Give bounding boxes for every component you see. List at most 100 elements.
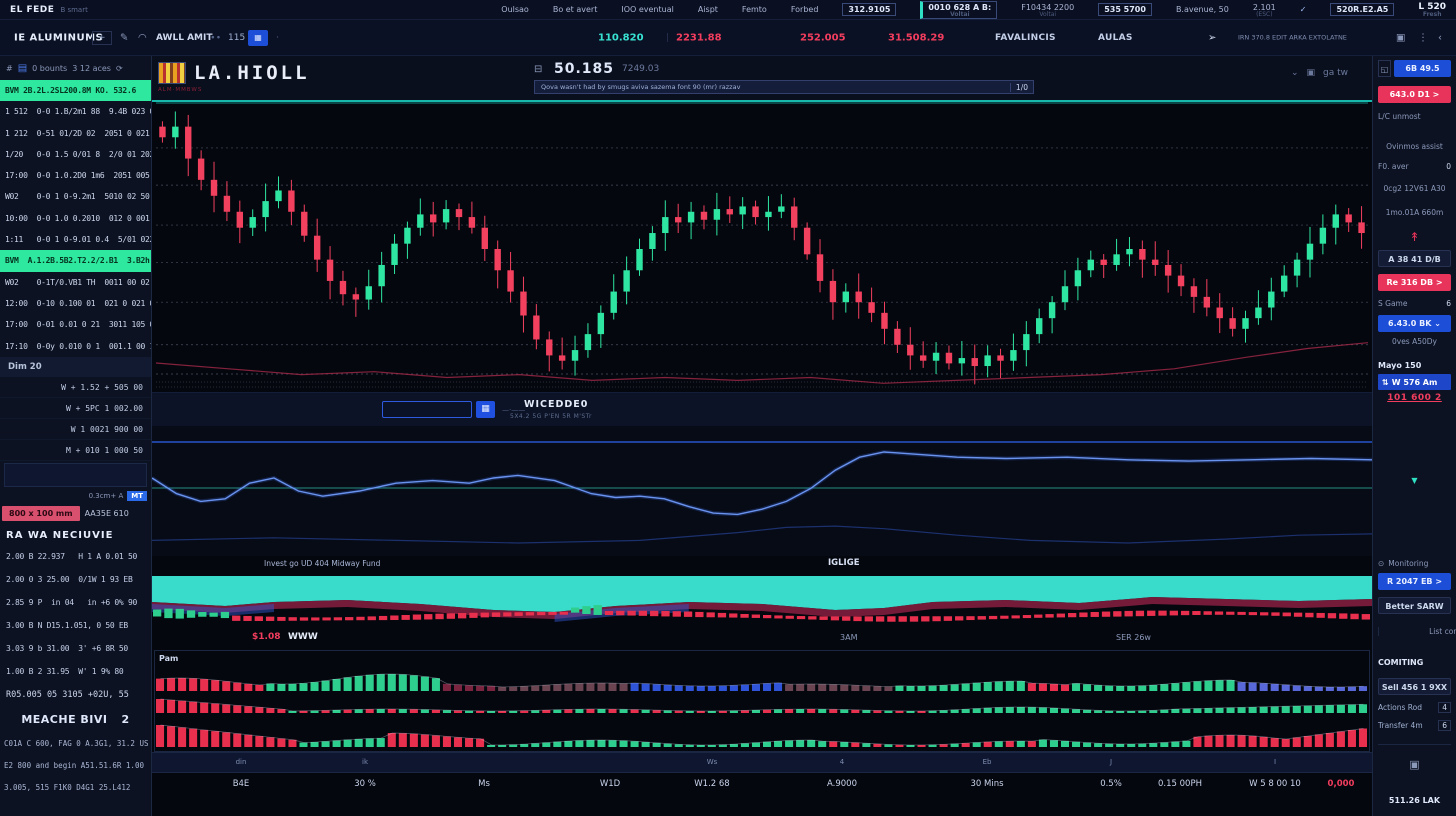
watchlist-row[interactable]: 1 212 0-51 01/2D 02 2051 0 021 001 xyxy=(0,123,151,144)
dim-row[interactable]: W + 1.52 + 505 00 xyxy=(0,377,151,398)
interval-value[interactable]: 115 xyxy=(228,33,245,43)
order-input-box[interactable] xyxy=(4,463,147,487)
watchlist-row[interactable]: 1/20 0-0 1.5 0/01 8 2/0 01 202 050 xyxy=(0,144,151,165)
add-symbol-button[interactable]: + xyxy=(92,31,112,45)
panel-icon[interactable]: ◱ xyxy=(1378,60,1391,77)
nav-item[interactable]: 520R.E2.A5 xyxy=(1330,3,1394,16)
nav-item[interactable]: 2.101(ESC) xyxy=(1253,3,1276,17)
footer-col-value[interactable]: Ms xyxy=(478,779,490,789)
window-icon[interactable]: ▣ xyxy=(1378,758,1451,771)
cursor-tool-icon[interactable]: ➢ xyxy=(1208,32,1216,43)
symbol-name[interactable]: IE ALUMINUMS xyxy=(14,32,103,43)
brand-logo: EL FEDE xyxy=(10,5,54,15)
footer-col-value[interactable]: 30 Mins xyxy=(970,779,1003,789)
watchlist-row[interactable]: 17:10 0-0y 0.010 0 1 001.1 00 10 xyxy=(0,336,151,357)
dim-row[interactable]: W + 5PC 1 002.00 xyxy=(0,398,151,419)
tool-select[interactable]: AWLL AMIT xyxy=(156,33,213,43)
sidebar-keyvalue-box[interactable]: Actions Rod4 xyxy=(1378,702,1451,713)
indicator-button[interactable]: ▦ xyxy=(248,30,268,46)
buy-button[interactable]: 6.43.0 BK ⌄ xyxy=(1378,315,1451,332)
chevron-down-icon[interactable]: ⌄ xyxy=(1291,68,1299,78)
sidebar-keyvalue-box[interactable]: Transfer 4m6 xyxy=(1378,720,1451,731)
footer-col-value[interactable]: W1D xyxy=(600,779,620,789)
refresh-icon[interactable]: ⟳ xyxy=(116,64,123,73)
monitoring-row[interactable]: ⊙Monitoring xyxy=(1378,559,1451,568)
dim-row[interactable]: M + 010 1 000 50 xyxy=(0,440,151,461)
action-button[interactable]: A 38 41 D/B xyxy=(1378,250,1451,267)
watchlist-row[interactable]: BVM 2B.2L.2SL200.8M KO. 532.6 xyxy=(0,80,151,101)
layout-icon[interactable]: ▣ xyxy=(1307,68,1316,78)
order-entry-input[interactable] xyxy=(382,401,472,418)
ribbon-panel[interactable] xyxy=(152,572,1372,628)
sell-button[interactable]: 643.0 D1 > xyxy=(1378,86,1451,103)
nav-item[interactable]: Bo et avert xyxy=(553,5,598,14)
footer-col-value[interactable]: 0.5% xyxy=(1100,779,1122,789)
draw-tool-icon[interactable]: ✎ xyxy=(120,32,128,43)
watchlist-row[interactable]: 17:00 0-01 0.01 0 21 3011 105 050 xyxy=(0,314,151,335)
footer-col-value[interactable]: A.9000 xyxy=(827,779,857,789)
watchlist-row[interactable]: 1:11 0-0 1 0-9.01 0.4 5/01 022 001 xyxy=(0,229,151,250)
scroll-marker-icon[interactable]: ▼ xyxy=(1378,476,1451,485)
folder-icon[interactable]: ▤ xyxy=(18,63,27,74)
nav-item[interactable]: 0010 628 A B:Voltai xyxy=(920,1,997,19)
position-row[interactable]: 2.85 9 P in 04 in +6 0% 90 xyxy=(0,591,151,614)
nav-item[interactable]: IOO eventual xyxy=(621,5,673,14)
footer-col-value[interactable]: W 5 8 00 10 xyxy=(1249,779,1301,789)
up-arrow-icon[interactable]: ↟ xyxy=(1378,230,1451,244)
menu-favalincis[interactable]: FAVALINCIS xyxy=(995,33,1056,43)
watchlist-row[interactable]: W02 0-0 1 0-9.2m1 5010 02 50 xyxy=(0,186,151,207)
nav-item[interactable]: 312.9105 xyxy=(842,3,896,16)
nav-item[interactable]: L 520Fresh xyxy=(1418,2,1446,17)
buy-button[interactable]: 6B 49.5 xyxy=(1394,60,1451,77)
watchlist-row[interactable]: 12:00 0-10 0.100 01 021 0 021 00 xyxy=(0,293,151,314)
position-row[interactable]: 1.00 B 2 31.95 W' 1 9% 80 xyxy=(0,660,151,683)
toolbar-dots: ∙∙ xyxy=(210,33,221,43)
action-button[interactable]: Sell 456 1 9XX xyxy=(1378,678,1451,695)
candlestick-chart[interactable] xyxy=(152,100,1372,392)
footnote-row: C01A C 600, FAG 0 A.3G1, 31.2 US xyxy=(0,733,151,755)
nav-item[interactable]: 535 5700 xyxy=(1098,3,1152,16)
hash-icon[interactable]: # xyxy=(6,64,13,73)
footer-col-value[interactable]: W1.2 68 xyxy=(694,779,729,789)
window-icon[interactable]: ▣ xyxy=(1396,32,1405,43)
position-row[interactable]: 3.00 B N D15.1.051, 0 50 EB xyxy=(0,614,151,637)
footer-col-value[interactable]: 0.15 00PH xyxy=(1158,779,1202,789)
position-row[interactable]: 2.00 0 3 25.00 0/1W 1 93 EB xyxy=(0,568,151,591)
buy-button[interactable]: R 2047 EB > xyxy=(1378,573,1451,590)
sell-button[interactable]: Re 316 DB > xyxy=(1378,274,1451,291)
brand-subtitle: B smart xyxy=(60,6,87,14)
watchlist-row[interactable]: 17:00 0-0 1.0.2D0 1m6 2051 005 021 xyxy=(0,165,151,186)
nav-item[interactable]: Femto xyxy=(742,5,767,14)
nav-item[interactable]: Forbed xyxy=(791,5,819,14)
nav-item[interactable]: B.avenue, 50 xyxy=(1176,5,1229,14)
histogram-panel[interactable]: Pam xyxy=(154,650,1370,752)
footer-col-value[interactable]: B4E xyxy=(233,779,250,789)
position-row[interactable]: 3.03 9 b 31.00 3' +6 8R 50 xyxy=(0,637,151,660)
nav-item[interactable]: Aispt xyxy=(698,5,718,14)
order-entry-button[interactable]: ▦ xyxy=(476,401,495,418)
watchlist-row[interactable]: 1 512 0-0 1.B/2m1 88 9.4B 023 052 xyxy=(0,101,151,122)
action-button[interactable]: Better SARW xyxy=(1378,597,1451,614)
alert-value-link[interactable]: 101 600 2 xyxy=(1378,393,1451,403)
watchlist-row[interactable]: 10:00 0-0 1.0 0.2010 012 0 001 50 xyxy=(0,208,151,229)
mt-badge[interactable]: MT xyxy=(127,491,147,501)
menu-aulas[interactable]: AULAS xyxy=(1098,33,1133,43)
watchlist-row[interactable]: W02 0-1T/0.VB1 TH 0011 00 02 xyxy=(0,272,151,293)
selected-order-row[interactable]: ⇅W 576 Am xyxy=(1378,374,1451,390)
more-icon[interactable]: ⋮ xyxy=(1418,32,1428,43)
footer-col-value[interactable]: 30 % xyxy=(354,779,376,789)
watchlist-row[interactable]: BVM A.1.2B.5B2.T2.2/2.B1 3.B2h xyxy=(0,250,151,271)
arc-tool-icon[interactable]: ◠ xyxy=(138,32,147,43)
kv-label: Transfer 4m xyxy=(1378,721,1423,730)
nav-item[interactable]: Oulsao xyxy=(501,5,529,14)
nav-item[interactable]: F10434 2200Voltai xyxy=(1021,3,1074,17)
footer-col-value[interactable]: 0,000 xyxy=(1328,779,1355,789)
info-tooltip-counter[interactable]: 1/0 xyxy=(1010,83,1033,92)
size-button[interactable]: 800 x 100 mm xyxy=(2,506,80,521)
position-row[interactable]: 2.00 B 22.937 H 1 A 0.01 50 xyxy=(0,545,151,568)
nav-item[interactable]: ✓ xyxy=(1300,5,1307,14)
collapse-icon[interactable]: ‹ xyxy=(1438,32,1442,43)
dim-section-header[interactable]: Dim 20 xyxy=(0,357,151,377)
dim-row[interactable]: W 1 0021 900 00 xyxy=(0,419,151,440)
oscillator-panel[interactable] xyxy=(152,426,1372,556)
